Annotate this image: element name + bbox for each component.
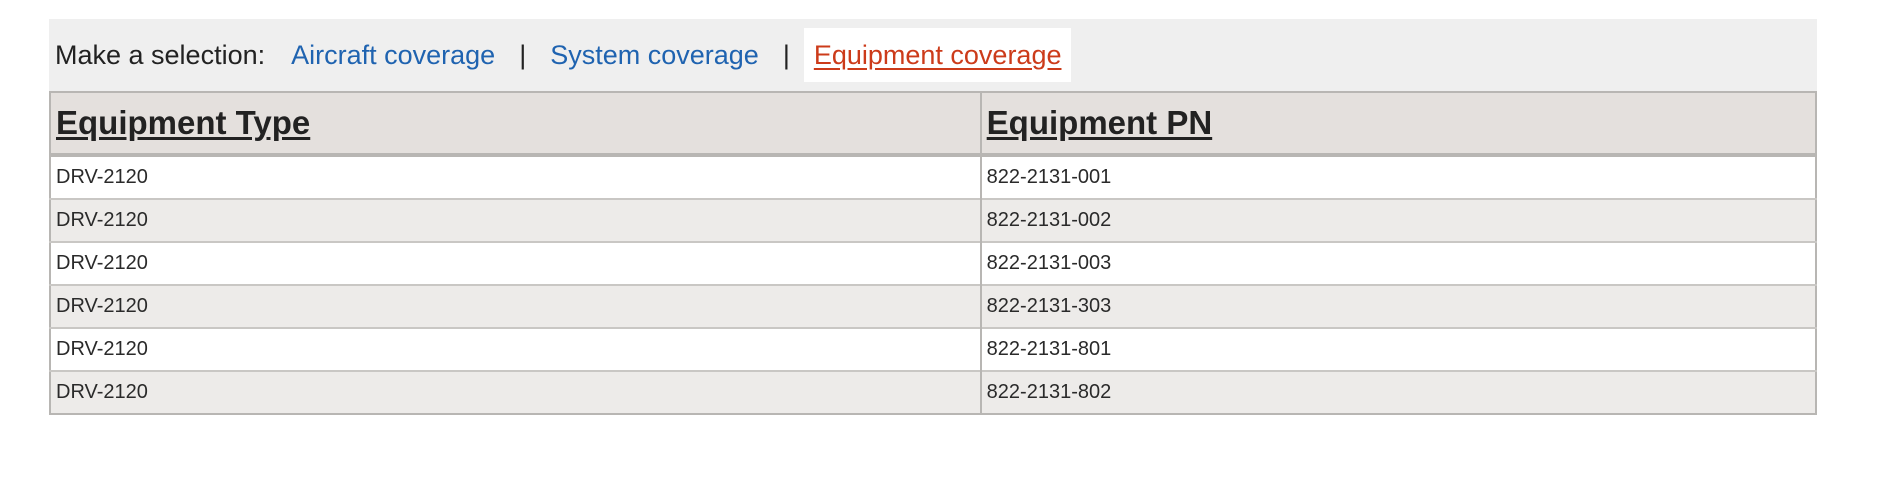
equipment-pn-sort-link[interactable]: Equipment PN (987, 104, 1213, 141)
equipment-coverage-link[interactable]: Equipment coverage (803, 28, 1072, 82)
column-header-equipment-type[interactable]: Equipment Type (50, 92, 981, 157)
equipment-type-cell: DRV-2120 (50, 154, 981, 199)
equipment-type-cell: DRV-2120 (50, 370, 981, 414)
equipment-type-sort-link[interactable]: Equipment Type (56, 104, 310, 141)
equipment-type-cell: DRV-2120 (50, 284, 981, 328)
equipment-type-cell: DRV-2120 (50, 198, 981, 242)
selection-label: Make a selection: (55, 39, 266, 70)
equipment-pn-cell: 822-2131-001 (979, 154, 1816, 199)
system-coverage-link[interactable]: System coverage (540, 28, 769, 82)
table-row: DRV-2120 822-2131-002 (50, 198, 1816, 242)
equipment-pn-cell: 822-2131-801 (979, 327, 1816, 371)
equipment-pn-cell: 822-2131-003 (979, 241, 1816, 285)
table-row: DRV-2120 822-2131-801 (50, 327, 1816, 371)
table-row: DRV-2120 822-2131-802 (50, 370, 1816, 414)
equipment-pn-cell: 822-2131-802 (979, 370, 1816, 414)
table-row: DRV-2120 822-2131-001 (50, 154, 1816, 199)
table-row: DRV-2120 822-2131-003 (50, 241, 1816, 285)
separator: | (519, 39, 527, 70)
equipment-table: Equipment Type Equipment PN DRV-2120 822… (49, 91, 1817, 415)
column-header-equipment-pn[interactable]: Equipment PN (979, 92, 1816, 157)
selection-bar: Make a selection: Aircraft coverage | Sy… (49, 19, 1817, 91)
separator: | (782, 39, 790, 70)
table-row: DRV-2120 822-2131-303 (50, 284, 1816, 328)
equipment-pn-cell: 822-2131-002 (979, 198, 1816, 242)
coverage-panel: Make a selection: Aircraft coverage | Sy… (49, 19, 1817, 415)
aircraft-coverage-link[interactable]: Aircraft coverage (281, 28, 505, 82)
equipment-pn-cell: 822-2131-303 (979, 284, 1816, 328)
table-header-row: Equipment Type Equipment PN (50, 92, 1816, 157)
equipment-type-cell: DRV-2120 (50, 241, 981, 285)
equipment-type-cell: DRV-2120 (50, 327, 981, 371)
